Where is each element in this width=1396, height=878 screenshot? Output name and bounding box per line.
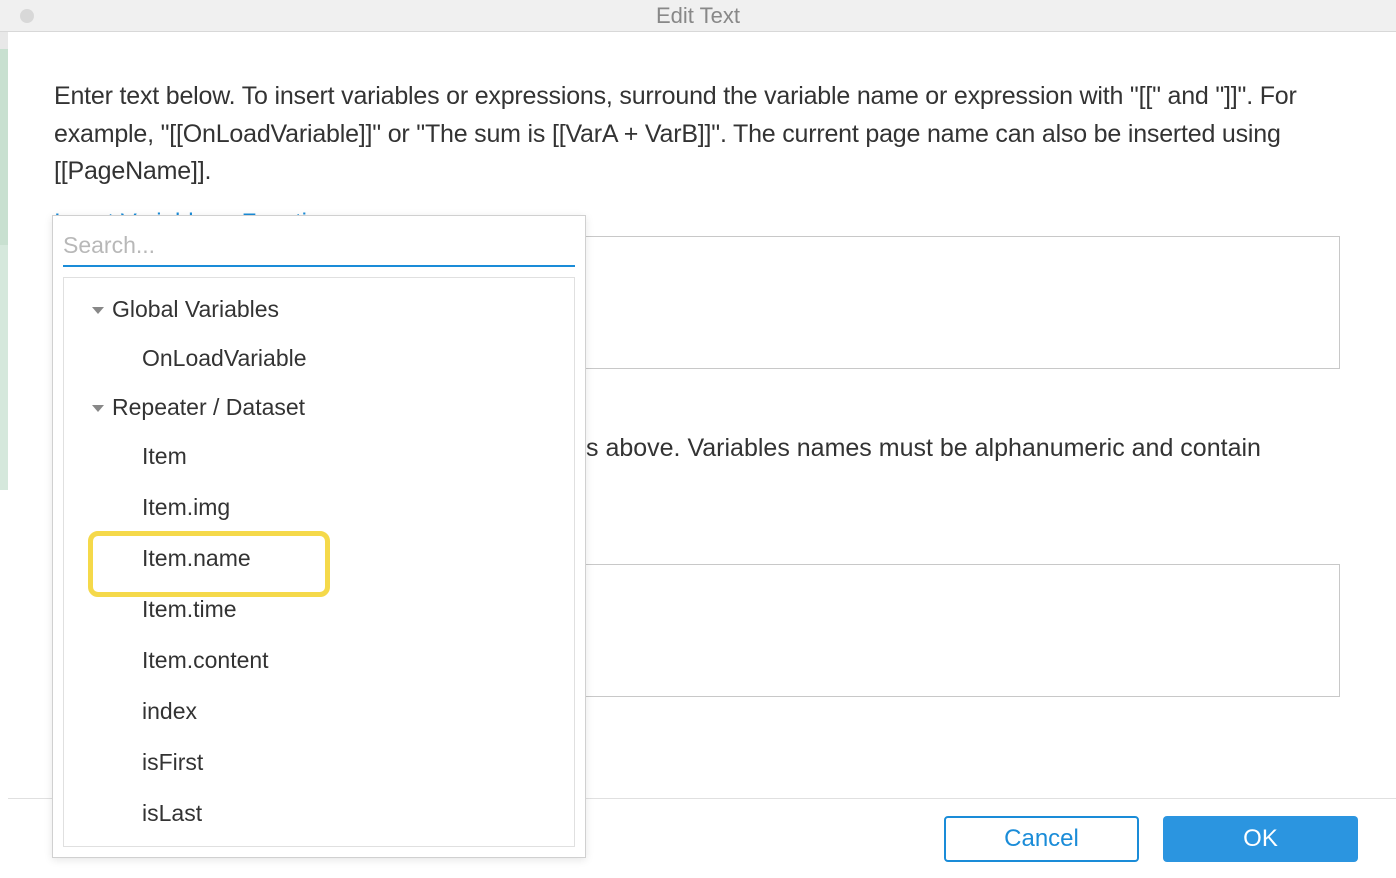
variable-dropdown-panel: Global Variables OnLoadVariable Repeater… [52, 215, 586, 858]
dialog-content: Enter text below. To insert variables or… [0, 32, 1396, 237]
tree-item-item-content[interactable]: Item.content [64, 635, 574, 686]
window-title: Edit Text [656, 3, 740, 29]
ok-button[interactable]: OK [1163, 816, 1358, 862]
tree-item-item-img[interactable]: Item.img [64, 482, 574, 533]
caret-down-icon [92, 405, 104, 412]
tree-group-label: Global Variables [112, 296, 279, 323]
local-variables-text: s above. Variables names must be alphanu… [586, 430, 1340, 468]
tree-group-global-variables[interactable]: Global Variables [64, 286, 574, 333]
variable-tree: Global Variables OnLoadVariable Repeater… [63, 277, 575, 847]
search-input[interactable] [63, 226, 575, 267]
instruction-text: Enter text below. To insert variables or… [54, 78, 1344, 191]
tree-item-item[interactable]: Item [64, 431, 574, 482]
tree-item-index[interactable]: index [64, 686, 574, 737]
tree-group-repeater-dataset[interactable]: Repeater / Dataset [64, 384, 574, 431]
cancel-button[interactable]: Cancel [944, 816, 1139, 862]
caret-down-icon [92, 307, 104, 314]
title-bar: Edit Text [0, 0, 1396, 32]
tree-item-item-time[interactable]: Item.time [64, 584, 574, 635]
window-control-dot[interactable] [20, 9, 34, 23]
tree-item-islast[interactable]: isLast [64, 788, 574, 839]
tree-item-onloadvariable[interactable]: OnLoadVariable [64, 333, 574, 384]
tree-item-item-name[interactable]: Item.name [64, 533, 574, 584]
tree-group-label: Repeater / Dataset [112, 394, 305, 421]
tree-item-isfirst[interactable]: isFirst [64, 737, 574, 788]
